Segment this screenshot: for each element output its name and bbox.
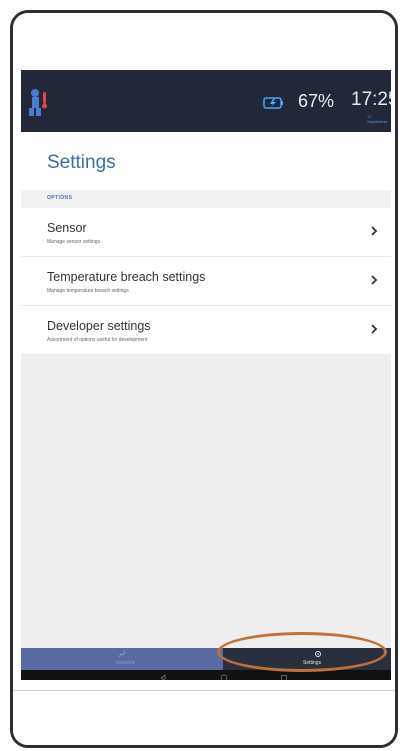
item-subtitle: Manage temperature breach settings	[47, 288, 129, 294]
settings-item-temperature-breach[interactable]: Temperature breach settings Manage tempe…	[21, 257, 391, 306]
annotation-highlight-ring	[217, 632, 387, 672]
section-label: OPTIONS	[47, 195, 73, 201]
chevron-right-icon	[371, 275, 378, 285]
home-icon[interactable]	[220, 674, 228, 680]
clock-time: 17:25	[351, 89, 391, 110]
recents-icon[interactable]	[280, 674, 288, 680]
settings-content: Settings OPTIONS Sensor Manage sensor se…	[21, 132, 391, 355]
android-navigation-bar	[21, 670, 391, 680]
settings-item-developer[interactable]: Developer settings Assortment of options…	[21, 306, 391, 355]
chevron-right-icon	[371, 226, 378, 236]
page-title: Settings	[47, 152, 116, 173]
tab-sensors[interactable]: Sensors	[21, 648, 223, 670]
app-logo-icon	[29, 89, 47, 116]
item-subtitle: Assortment of options useful for develop…	[47, 337, 148, 343]
device-bezel-top	[13, 13, 395, 70]
item-title: Temperature breach settings	[47, 270, 206, 284]
item-title: Developer settings	[47, 319, 151, 333]
title-row: Settings	[21, 132, 391, 190]
device-bezel-bottom	[13, 690, 395, 745]
settings-item-sensor[interactable]: Sensor Manage sensor settings	[21, 208, 391, 257]
chart-icon	[118, 650, 126, 658]
app-header: 67% 17:25 17 September	[21, 70, 391, 132]
back-icon[interactable]	[159, 674, 167, 680]
app-screen: 67% 17:25 17 September Settings OPTIONS …	[21, 70, 391, 680]
tab-label: Sensors	[116, 660, 135, 666]
battery-charging-icon	[263, 97, 283, 109]
battery-percentage: 67%	[298, 91, 335, 111]
clock-date: 17 September	[367, 114, 388, 124]
item-title: Sensor	[47, 221, 87, 235]
options-section-header: OPTIONS	[21, 190, 391, 208]
item-subtitle: Manage sensor settings	[47, 239, 101, 245]
chevron-right-icon	[371, 324, 378, 334]
